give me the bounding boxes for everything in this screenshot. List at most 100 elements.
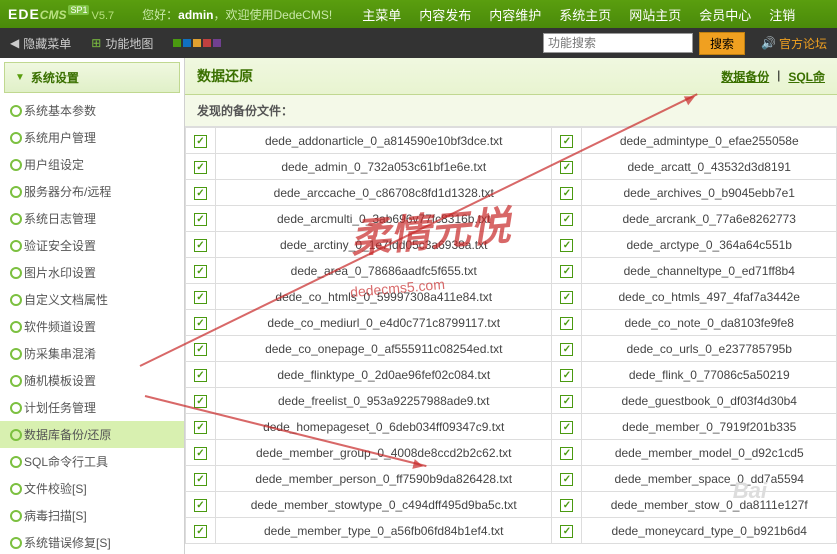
sidebar-item[interactable]: 计划任务管理 <box>0 394 184 421</box>
color-swatch[interactable] <box>183 39 191 47</box>
sidebar-item[interactable]: 病毒扫描[S] <box>0 502 184 529</box>
table-row: ✓dede_area_0_78686aadfc5f655.txt✓dede_ch… <box>186 258 837 284</box>
checkbox[interactable]: ✓ <box>560 317 573 330</box>
color-swatch[interactable] <box>203 39 211 47</box>
checkbox[interactable]: ✓ <box>194 161 207 174</box>
checkbox[interactable]: ✓ <box>194 213 207 226</box>
sidebar-item[interactable]: 软件频道设置 <box>0 313 184 340</box>
checkbox[interactable]: ✓ <box>560 525 573 538</box>
table-row: ✓dede_freelist_0_953a92257988ade9.txt✓de… <box>186 388 837 414</box>
file-name: dede_co_urls_0_e237785795b <box>582 336 837 362</box>
checkbox[interactable]: ✓ <box>560 213 573 226</box>
checkbox[interactable]: ✓ <box>560 473 573 486</box>
nav-publish[interactable]: 内容发布 <box>419 5 471 24</box>
checkbox[interactable]: ✓ <box>560 421 573 434</box>
top-nav: 主菜单 内容发布 内容维护 系统主页 网站主页 会员中心 注销 <box>362 5 795 24</box>
table-row: ✓ dede_member_person_0_ff7590b9da826428.t… <box>186 466 837 492</box>
table-row: ✓dede_arctiny_0_1e7fdd05c3a6938a.txt✓ded… <box>186 232 837 258</box>
checkbox[interactable]: ✓ <box>194 265 207 278</box>
checkbox[interactable]: ✓ <box>194 343 207 356</box>
sidebar-item[interactable]: SQL命令行工具 <box>0 448 184 475</box>
checkbox[interactable]: ✓ <box>194 499 207 512</box>
sidebar-item[interactable]: 系统基本参数 <box>0 97 184 124</box>
nav-sys-home[interactable]: 系统主页 <box>559 5 611 24</box>
file-name: dede_member_stowtype_0_c494dff495d9ba5c.… <box>216 492 552 518</box>
checkbox[interactable]: ✓ <box>194 369 207 382</box>
sidebar-item[interactable]: 自定义文档属性 <box>0 286 184 313</box>
checkbox[interactable]: ✓ <box>560 291 573 304</box>
checkbox[interactable]: ✓ <box>194 239 207 252</box>
sidebar-item[interactable]: 图片水印设置 <box>0 259 184 286</box>
file-table: ✓ dede_addonarticle_0_a814590e10bf3dce.tx… <box>185 127 837 544</box>
file-name: dede_arctiny_0_1e7fdd05c3a6938a.txt <box>216 232 552 258</box>
link-sql[interactable]: SQL命 <box>788 68 825 85</box>
nav-logout[interactable]: 注销 <box>769 5 795 24</box>
file-name: dede_freelist_0_953a92257988ade9.txt <box>216 388 552 414</box>
logo-text: EDE <box>8 6 40 22</box>
sidebar-item[interactable]: 文件校验[S] <box>0 475 184 502</box>
search-button[interactable]: 搜索 <box>699 32 745 55</box>
sidebar-item[interactable]: 用户组设定 <box>0 151 184 178</box>
checkbox[interactable]: ✓ <box>194 187 207 200</box>
checkbox[interactable]: ✓ <box>194 317 207 330</box>
subtitle: 发现的备份文件： <box>185 95 837 127</box>
file-name: dede_member_person_0_ff7590b9da826428.tx… <box>216 466 552 492</box>
file-name: dede_arccache_0_c86708c8fd1d1328.txt <box>216 180 552 206</box>
checkbox[interactable]: ✓ <box>560 395 573 408</box>
collapse-icon: ◀ <box>10 36 19 50</box>
checkbox[interactable]: ✓ <box>560 187 573 200</box>
checkbox[interactable]: ✓ <box>560 369 573 382</box>
file-name: dede_addonarticle_0_a814590e10bf3dce.txt <box>216 128 552 154</box>
sidebar-item[interactable]: 验证安全设置 <box>0 232 184 259</box>
table-row: ✓dede_flinktype_0_2d0ae96fef02c084.txt✓d… <box>186 362 837 388</box>
sidebar-item[interactable]: 数据库备份/还原 <box>0 421 184 448</box>
checkbox[interactable]: ✓ <box>194 291 207 304</box>
logo: EDE CMS SP1 V5.7 <box>0 6 122 22</box>
checkbox[interactable]: ✓ <box>194 395 207 408</box>
func-map-link[interactable]: ⊞ 功能地图 <box>91 35 153 52</box>
hide-menu-toggle[interactable]: ◀ 隐藏菜单 <box>10 35 71 52</box>
file-name: dede_channeltype_0_ed71ff8b4 <box>582 258 837 284</box>
checkbox[interactable]: ✓ <box>194 473 207 486</box>
file-name: dede_member_space_0_dd7a5594 <box>582 466 837 492</box>
nav-member[interactable]: 会员中心 <box>699 5 751 24</box>
sidebar-item[interactable]: 随机模板设置 <box>0 367 184 394</box>
table-row: ✓dede_arccache_0_c86708c8fd1d1328.txt✓de… <box>186 180 837 206</box>
sidebar-item[interactable]: 系统错误修复[S] <box>0 529 184 554</box>
search-input[interactable] <box>543 33 693 53</box>
file-name: dede_co_onepage_0_af555911c08254ed.txt <box>216 336 552 362</box>
sidebar-item[interactable]: 防采集串混淆 <box>0 340 184 367</box>
color-swatch[interactable] <box>213 39 221 47</box>
checkbox[interactable]: ✓ <box>560 239 573 252</box>
checkbox[interactable]: ✓ <box>194 135 207 148</box>
sidebar-item[interactable]: 系统日志管理 <box>0 205 184 232</box>
sidebar-item[interactable]: 系统用户管理 <box>0 124 184 151</box>
file-name: dede_arcmulti_0_3ab696v77fc8316b.txt <box>216 206 552 232</box>
nav-site-home[interactable]: 网站主页 <box>629 5 681 24</box>
file-name: dede_moneycard_type_0_b921b6d4 <box>582 518 837 544</box>
checkbox[interactable]: ✓ <box>560 499 573 512</box>
color-swatch[interactable] <box>173 39 181 47</box>
chevron-down-icon: ▼ <box>15 72 25 83</box>
sidebar: ▼ 系统设置 系统基本参数系统用户管理用户组设定服务器分布/远程系统日志管理验证… <box>0 58 185 554</box>
checkbox[interactable]: ✓ <box>560 265 573 278</box>
checkbox[interactable]: ✓ <box>560 343 573 356</box>
file-name: dede_admintype_0_efae255058e <box>582 128 837 154</box>
file-name: dede_member_group_0_4008de8ccd2b2c62.txt <box>216 440 552 466</box>
checkbox[interactable]: ✓ <box>560 161 573 174</box>
forum-link[interactable]: 🔊 官方论坛 <box>761 35 827 52</box>
color-swatch[interactable] <box>193 39 201 47</box>
link-backup[interactable]: 数据备份 <box>721 68 769 85</box>
checkbox[interactable]: ✓ <box>194 525 207 538</box>
checkbox[interactable]: ✓ <box>194 447 207 460</box>
table-row: ✓dede_co_mediurl_0_e4d0c771c8799117.txt✓… <box>186 310 837 336</box>
checkbox[interactable]: ✓ <box>194 421 207 434</box>
nav-main-menu[interactable]: 主菜单 <box>362 5 401 24</box>
sidebar-section-system[interactable]: ▼ 系统设置 <box>4 62 180 93</box>
table-row: ✓dede_member_type_0_a56fb06fd84b1ef4.txt… <box>186 518 837 544</box>
table-row: ✓dede_homepageset_0_6deb034ff09347c9.txt… <box>186 414 837 440</box>
checkbox[interactable]: ✓ <box>560 447 573 460</box>
sidebar-item[interactable]: 服务器分布/远程 <box>0 178 184 205</box>
checkbox[interactable]: ✓ <box>560 135 573 148</box>
nav-maintain[interactable]: 内容维护 <box>489 5 541 24</box>
